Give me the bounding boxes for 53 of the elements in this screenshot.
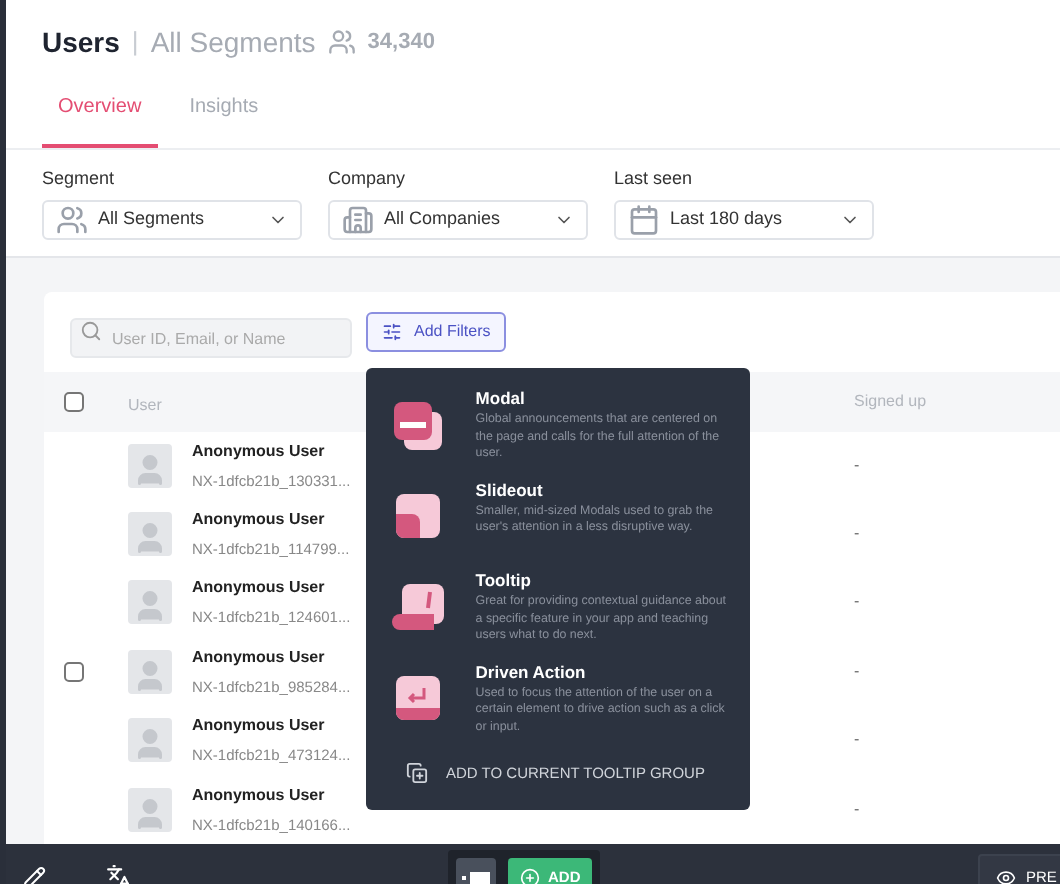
translate-icon[interactable] [106,864,132,884]
user-name: Anonymous User [192,439,327,464]
avatar-placeholder [128,443,172,488]
filter-label: Last seen [614,166,695,192]
search-icon [80,320,102,342]
user-name: Anonymous User [192,507,327,532]
signed-up-cell: - [854,659,860,684]
plus-icon [520,867,540,884]
user-name: Anonymous User [192,645,327,670]
avatar-placeholder [128,512,172,557]
pencil-icon[interactable] [22,865,46,884]
filter-dropdown[interactable]: All Companies [328,199,588,239]
user-name: Anonymous User [192,783,327,808]
copy-plus-icon [406,762,428,785]
avatar-placeholder [128,718,172,763]
page-title: Users [42,23,120,61]
user-name: Anonymous User [192,576,327,601]
users-icon [327,28,356,56]
menu-item-title: Tooltip [475,570,533,592]
filter-dropdown[interactable]: Last 180 days [614,199,874,239]
signed-up-cell: - [854,728,860,753]
eye-icon [996,867,1016,884]
building-icon [342,203,374,235]
menu-item-title: Slideout [475,479,545,501]
slideout-icon [393,491,442,539]
filter-dropdown[interactable]: All Segments [42,199,302,239]
sliders-icon [382,321,402,341]
menu-item-title: Modal [475,388,527,410]
user-count: 34,340 [367,27,435,58]
avatar-placeholder [128,787,172,832]
select-all-checkbox[interactable] [64,391,84,411]
menu-item-title: Driven Action [475,661,588,683]
filter-label: Company [328,166,408,192]
column-header: User [128,395,162,413]
users-icon [56,203,88,235]
avatar-placeholder [128,580,172,625]
signed-up-cell: - [854,797,860,822]
modal-icon [391,400,444,452]
add-filters-button[interactable]: Add Filters [366,311,507,351]
calendar-icon [628,203,660,235]
segment-title: All Segments [150,23,316,62]
signed-up-cell: - [854,453,860,478]
element-icon [462,869,490,884]
search-field[interactable]: User ID, Email, or Name [70,318,352,358]
user-name: Anonymous User [192,714,327,739]
row-checkbox[interactable] [64,661,84,682]
title-separator: | [131,24,139,61]
avatar-placeholder [128,649,172,694]
column-header: Signed up [854,389,927,413]
signed-up-cell: - [854,590,860,615]
filter-label: Segment [42,166,117,192]
tooltip-icon [389,582,446,634]
signed-up-cell: - [854,522,860,547]
